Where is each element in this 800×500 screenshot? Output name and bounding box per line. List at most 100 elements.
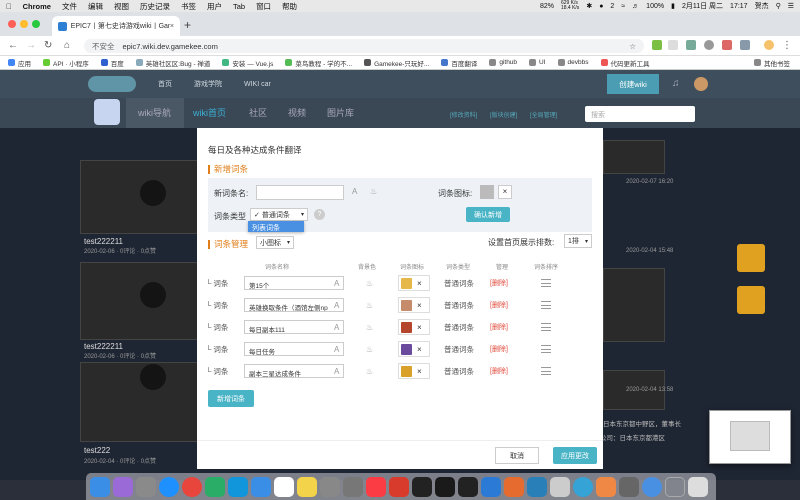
clear-icon[interactable]: × <box>417 345 422 354</box>
app-icon[interactable] <box>596 476 616 497</box>
confirm-add-button[interactable]: 确认新增 <box>466 207 510 222</box>
video-card[interactable] <box>80 262 198 340</box>
video-card[interactable] <box>603 140 665 174</box>
row-icon-box[interactable]: × <box>398 297 430 313</box>
extension-icon[interactable] <box>668 40 678 50</box>
font-color-icon[interactable]: A <box>352 187 357 196</box>
window-close-button[interactable] <box>8 20 16 28</box>
row-icon-box[interactable]: × <box>398 363 430 379</box>
drag-handle-icon[interactable] <box>541 367 551 375</box>
app-icon[interactable] <box>573 476 593 497</box>
clear-icon[interactable]: × <box>417 367 422 376</box>
font-color-icon[interactable]: A <box>334 367 339 376</box>
apply-changes-button[interactable]: 应用更改 <box>553 447 597 464</box>
bookmark-item[interactable]: 百度翻译 <box>441 58 477 68</box>
link-create-section[interactable]: [版块创建] <box>490 110 517 119</box>
gamekee-logo[interactable] <box>88 76 136 92</box>
bookmark-item[interactable]: 代码更新工具 <box>600 58 650 68</box>
clear-icon[interactable]: × <box>417 323 422 332</box>
row-delete-link[interactable]: [删除] <box>490 366 508 376</box>
row-name-input[interactable]: 每日副本111 <box>244 320 344 334</box>
row-name-input[interactable]: 每日任务 <box>244 342 344 356</box>
menu-help[interactable]: 帮助 <box>282 1 297 12</box>
bookmark-item[interactable]: Gamekee-只玩好... <box>364 58 429 68</box>
menu-bookmarks[interactable]: 书签 <box>181 1 196 12</box>
search-icon[interactable]: ⚲ <box>776 2 781 10</box>
menu-file[interactable]: 文件 <box>62 1 77 12</box>
row-delete-link[interactable]: [删除] <box>490 300 508 310</box>
card-title[interactable]: test222211 <box>84 237 123 246</box>
drag-handle-icon[interactable] <box>541 279 551 287</box>
help-icon[interactable]: ? <box>314 209 325 220</box>
tab-close-icon[interactable]: × <box>170 23 174 30</box>
link-edit-profile[interactable]: [修改资料] <box>450 110 477 119</box>
webstorm-icon[interactable] <box>458 476 478 497</box>
nav-home[interactable]: 首页 <box>158 79 172 89</box>
bookmark-folder[interactable]: UI <box>529 59 546 66</box>
row-delete-link[interactable]: [删除] <box>490 322 508 332</box>
youdao-icon[interactable] <box>389 476 409 497</box>
row-name-input[interactable]: 英雄换取条件（酒馆左侧np <box>244 298 344 312</box>
trash-icon[interactable] <box>688 476 708 497</box>
bell-icon[interactable]: ♫ <box>672 78 680 89</box>
type-option-list[interactable]: 列表词条 <box>248 221 304 232</box>
create-wiki-button[interactable]: 创建wiki <box>607 74 659 94</box>
edit-float-button[interactable] <box>737 244 765 272</box>
profile-avatar[interactable] <box>764 40 774 50</box>
qq-icon[interactable] <box>228 476 248 497</box>
row-icon-box[interactable]: × <box>398 319 430 335</box>
row-icon-box[interactable]: × <box>398 341 430 357</box>
user-avatar[interactable] <box>694 77 708 91</box>
sort-rows-select[interactable]: 1排 ▾ <box>564 234 592 248</box>
drag-handle-icon[interactable] <box>541 301 551 309</box>
extension-icon[interactable] <box>740 40 750 50</box>
finder-icon[interactable] <box>90 476 110 497</box>
safari-icon[interactable] <box>159 476 179 497</box>
menu-tab[interactable]: Tab <box>233 2 245 11</box>
view-mode-select[interactable]: 小图标 ▾ <box>256 236 294 249</box>
cancel-button[interactable]: 取消 <box>495 447 539 464</box>
extension-icon[interactable] <box>652 40 662 50</box>
window-zoom-button[interactable] <box>32 20 40 28</box>
system-preferences-icon[interactable] <box>320 476 340 497</box>
vscode-icon[interactable] <box>481 476 501 497</box>
home-icon[interactable]: ⌂ <box>64 40 70 51</box>
menubar-app-name[interactable]: Chrome <box>23 2 51 11</box>
time-label[interactable]: 17:17 <box>730 3 748 10</box>
other-bookmarks[interactable]: 其他书签 <box>754 58 790 68</box>
fill-color-icon[interactable]: ♨ <box>366 279 373 288</box>
font-color-icon[interactable]: A <box>334 345 339 354</box>
bookmark-item[interactable]: 菜鸟教程 - 学的不... <box>285 58 352 68</box>
video-card[interactable] <box>80 160 198 234</box>
bookmark-item[interactable]: 应用 <box>8 58 31 68</box>
notes-icon[interactable] <box>297 476 317 497</box>
reload-icon[interactable]: ↻ <box>44 40 52 51</box>
chrome-icon[interactable] <box>182 476 202 497</box>
menu-user[interactable]: 用户 <box>207 1 222 12</box>
video-card[interactable] <box>80 362 198 442</box>
row-name-input[interactable]: 第15个 <box>244 276 344 290</box>
subnav-video[interactable]: 视频 <box>288 106 306 119</box>
sublime-icon[interactable] <box>504 476 524 497</box>
forward-icon[interactable]: → <box>26 40 36 51</box>
wechat-icon[interactable]: ● <box>599 3 603 10</box>
extension-icon[interactable] <box>686 40 696 50</box>
volume-icon[interactable]: ♬ <box>632 3 639 10</box>
extension-icon[interactable] <box>704 40 714 50</box>
image-upload-icon[interactable] <box>480 185 494 199</box>
window-minimize-button[interactable] <box>20 20 28 28</box>
calendar-icon[interactable] <box>274 476 294 497</box>
row-delete-link[interactable]: [删除] <box>490 278 508 288</box>
clear-icon[interactable]: × <box>498 185 512 199</box>
bookmark-item[interactable]: 百度 <box>100 58 124 68</box>
control-center-icon[interactable]: ☰ <box>788 2 794 10</box>
drag-handle-icon[interactable] <box>541 345 551 353</box>
play-icon[interactable] <box>140 282 166 308</box>
play-icon[interactable] <box>140 180 166 206</box>
font-color-icon[interactable]: A <box>334 323 339 332</box>
new-name-input[interactable] <box>256 185 344 200</box>
downloads-icon[interactable] <box>665 476 685 497</box>
back-icon[interactable]: ← <box>8 40 18 51</box>
app-icon[interactable] <box>619 476 639 497</box>
battery-icon[interactable]: ▮ <box>671 2 675 10</box>
